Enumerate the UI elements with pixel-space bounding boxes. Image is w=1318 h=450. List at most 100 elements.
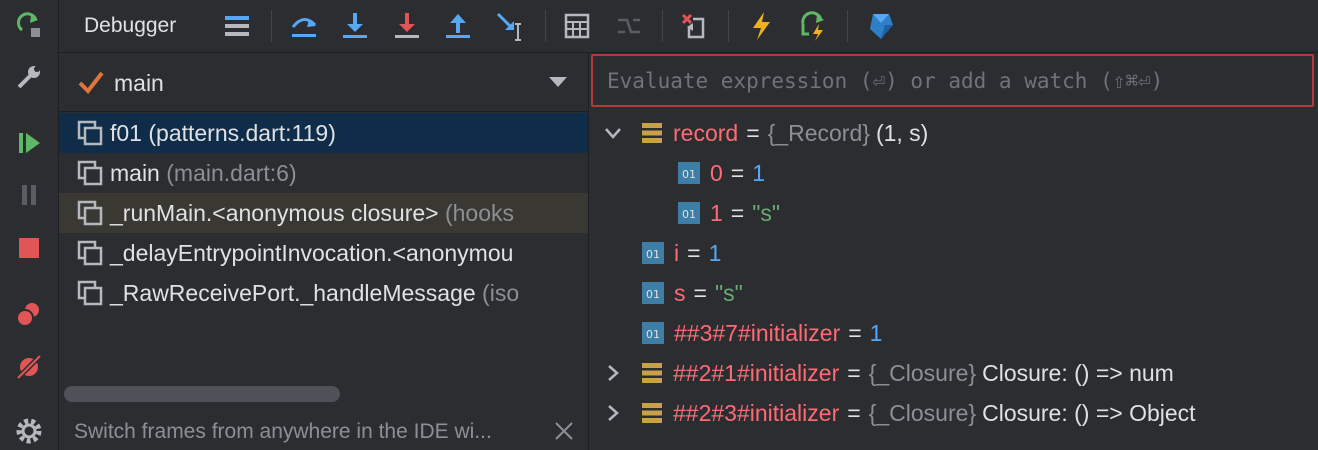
step-over-icon[interactable] (286, 8, 322, 44)
dart-devtools-icon[interactable] (862, 8, 898, 44)
trace-current-stream-icon[interactable] (611, 8, 647, 44)
chevron-right-icon[interactable] (601, 361, 625, 385)
svg-text:01: 01 (682, 208, 696, 221)
frame-icon (77, 200, 103, 226)
force-step-into-icon[interactable] (389, 8, 425, 44)
svg-text:01: 01 (646, 248, 660, 261)
variable-type: {_Closure} (868, 359, 977, 386)
variable-name: ##2#1#initializer (673, 359, 840, 386)
wrench-icon[interactable] (12, 60, 46, 94)
stack-frame[interactable]: _RawReceivePort._handleMessage (iso (59, 273, 588, 313)
variable-type: {_Closure} (868, 399, 977, 426)
equals-sign: = (687, 239, 701, 266)
variable-row[interactable]: 01 ##3#7#initializer = 1 (642, 313, 882, 353)
debugger-toolbar: Debugger (59, 0, 1318, 53)
variable-name: ##3#7#initializer (674, 319, 841, 346)
horizontal-scrollbar[interactable] (64, 386, 340, 402)
close-icon[interactable] (552, 419, 576, 443)
frames-panel: main f01 (patterns.dart:119) main (main.… (59, 53, 589, 450)
variable-row[interactable]: 01 i = 1 (642, 233, 721, 273)
equals-sign: = (848, 319, 862, 346)
frame-icon (77, 240, 103, 266)
stack-frame[interactable]: main (main.dart:6) (59, 153, 588, 193)
stack-frame[interactable]: _runMain.<anonymous closure> (hooks (59, 193, 588, 233)
equals-sign: = (693, 279, 707, 306)
hot-reload-icon[interactable] (743, 8, 779, 44)
primitive-icon: 01 (642, 242, 664, 264)
toolbar-separator (545, 10, 546, 42)
variable-value: 1 (869, 319, 883, 346)
variable-value: (1, s) (875, 119, 929, 146)
variable-row[interactable]: 01 s = "s" (642, 273, 743, 313)
equals-sign: = (730, 199, 745, 226)
frame-icon (77, 120, 103, 146)
frame-location: (iso (482, 279, 520, 306)
variables-panel: Evaluate expression (⏎) or add a watch (… (589, 53, 1318, 450)
variable-row[interactable]: 01 0 = 1 (678, 153, 765, 193)
equals-sign: = (730, 159, 745, 186)
chevron-down-icon[interactable] (548, 75, 568, 89)
frame-name: _delayEntrypointInvocation.<anonymou (110, 239, 514, 266)
evaluate-expression-input[interactable]: Evaluate expression (⏎) or add a watch (… (591, 54, 1314, 107)
chevron-right-icon[interactable] (601, 401, 625, 425)
equals-sign: = (847, 359, 861, 386)
thread-name: main (114, 70, 164, 96)
rerun-icon[interactable] (12, 8, 46, 42)
frame-name: _runMain.<anonymous closure> (110, 199, 439, 226)
variable-row[interactable]: ##2#3#initializer = {_Closure} Closure: () … (601, 393, 1196, 433)
object-icon (642, 363, 662, 383)
mute-breakpoints-icon[interactable] (12, 350, 46, 384)
frame-location: (hooks (444, 199, 515, 226)
stop-icon[interactable] (12, 231, 46, 265)
svg-text:01: 01 (646, 288, 660, 301)
frame-name: _RawReceivePort._handleMessage (110, 279, 476, 306)
pause-icon[interactable] (12, 178, 46, 212)
run-to-cursor-icon[interactable] (492, 8, 528, 44)
layout-menu-icon[interactable] (219, 8, 255, 44)
primitive-icon: 01 (678, 202, 700, 224)
variable-value: Closure: () => num (982, 359, 1174, 386)
thread-selector[interactable]: main (59, 53, 588, 112)
drop-frame-icon[interactable] (676, 8, 712, 44)
variable-value: 1 (752, 159, 766, 186)
debug-tool-rail (0, 0, 59, 450)
variable-name: record (673, 119, 739, 146)
stack-frame[interactable]: _delayEntrypointInvocation.<anonymou (59, 233, 588, 273)
toolbar-separator (728, 10, 729, 42)
variable-type: {_Record} (767, 119, 870, 146)
hot-restart-icon[interactable] (795, 8, 831, 44)
variable-row[interactable]: ##2#1#initializer = {_Closure} Closure: () … (601, 353, 1174, 393)
variable-value: "s" (752, 199, 781, 226)
gear-icon[interactable] (12, 414, 46, 448)
toolbar-separator (662, 10, 663, 42)
object-icon (642, 403, 662, 423)
variable-name: s (674, 279, 686, 306)
toolbar-title: Debugger (84, 14, 177, 37)
variable-row[interactable]: 01 1 = "s" (678, 193, 780, 233)
equals-sign: = (746, 119, 760, 146)
variable-name: 1 (710, 199, 723, 226)
variable-name: i (674, 239, 680, 266)
equals-sign: = (847, 399, 861, 426)
variable-value: "s" (714, 279, 743, 306)
chevron-down-icon[interactable] (601, 121, 625, 145)
primitive-icon: 01 (642, 282, 664, 304)
stack-frame[interactable]: f01 (patterns.dart:119) (59, 113, 588, 153)
variable-name: 0 (710, 159, 723, 186)
svg-text:01: 01 (682, 168, 696, 181)
variable-row[interactable]: record = {_Record} (1, s) (601, 113, 928, 153)
primitive-icon: 01 (642, 322, 664, 344)
svg-text:01: 01 (646, 328, 660, 341)
status-hint: Switch frames from anywhere in the IDE w… (74, 420, 492, 443)
frame-icon (77, 280, 103, 306)
frame-name: main (110, 159, 160, 186)
step-out-icon[interactable] (440, 8, 476, 44)
variable-name: ##2#3#initializer (673, 399, 840, 426)
breakpoints-icon[interactable] (12, 298, 46, 332)
resume-icon[interactable] (12, 126, 46, 160)
toolbar-separator (847, 10, 848, 42)
checkmark-icon (78, 71, 104, 95)
step-into-icon[interactable] (337, 8, 373, 44)
frame-name: f01 (patterns.dart:119) (110, 119, 336, 146)
evaluate-expression-icon[interactable] (559, 8, 595, 44)
